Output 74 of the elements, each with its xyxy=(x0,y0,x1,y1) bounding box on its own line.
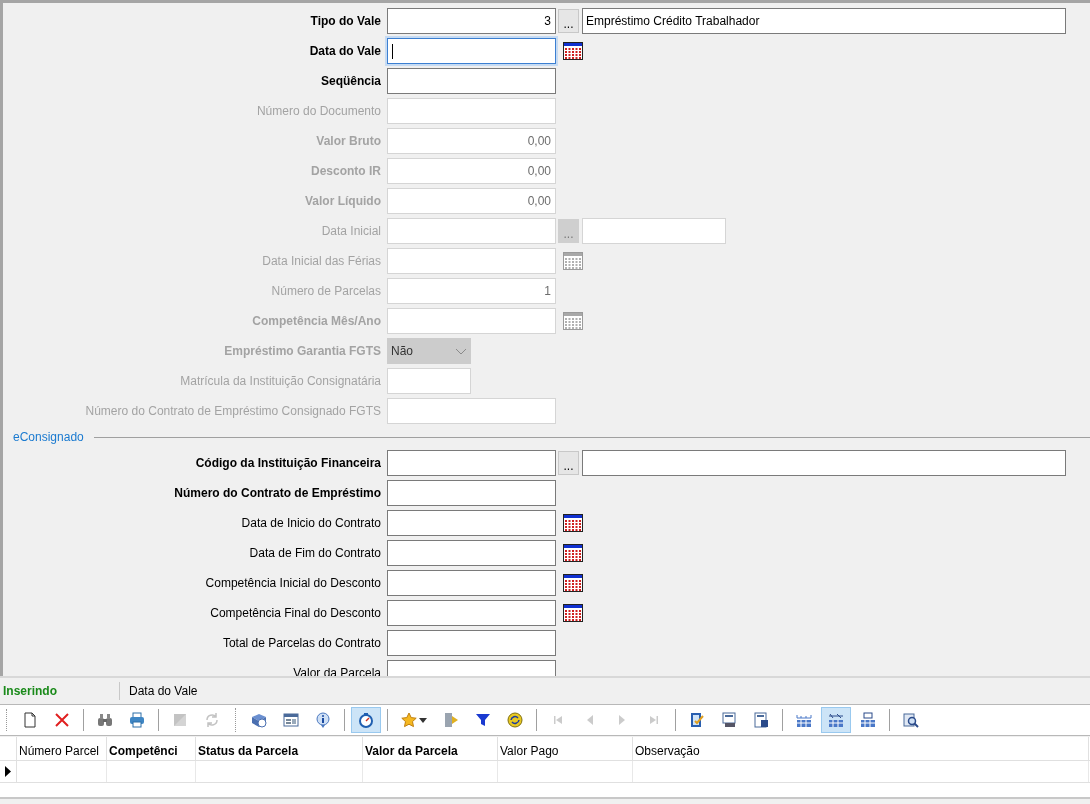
caret-icon xyxy=(419,717,427,723)
field-label: Data Inicial das Férias xyxy=(261,253,382,270)
field-label: Número do Contrato de Empréstimo xyxy=(173,485,382,502)
field-label: Data de Inicio do Contrato xyxy=(240,515,382,532)
field-label: Matrícula da Instituição Consignatária xyxy=(179,373,382,390)
document-icon xyxy=(22,712,38,728)
input-field[interactable] xyxy=(387,540,556,566)
field-label: Data do Vale xyxy=(308,43,382,60)
column-header[interactable]: Competênci xyxy=(107,737,196,760)
input-field[interactable] xyxy=(387,570,556,596)
form-icon xyxy=(283,712,299,728)
calendar-icon[interactable] xyxy=(563,574,583,592)
field-label: Desconto IR xyxy=(310,163,382,180)
binoculars-icon xyxy=(97,712,113,728)
calendar-icon[interactable] xyxy=(563,42,583,60)
report-icon xyxy=(753,712,769,728)
field-label: Código da Instituição Financeira xyxy=(194,455,382,472)
grid-icon xyxy=(828,712,844,728)
lookup-button[interactable]: ... xyxy=(558,451,579,475)
input-field[interactable] xyxy=(387,600,556,626)
grid-icon xyxy=(796,712,812,728)
input-field[interactable] xyxy=(387,480,556,506)
field-label: Data Inicial xyxy=(320,223,382,240)
description-field[interactable]: Empréstimo Crédito Trabalhador xyxy=(582,8,1066,34)
sync-icon xyxy=(507,712,523,728)
input-field[interactable]: 3 xyxy=(387,8,556,34)
field-label: Tipo do Vale xyxy=(309,13,382,30)
column-header[interactable]: Status da Parcela xyxy=(196,737,363,760)
grid-icon xyxy=(860,712,876,728)
filter-icon xyxy=(475,712,491,728)
square-icon xyxy=(172,712,188,728)
input-field[interactable] xyxy=(387,510,556,536)
exit-door-icon xyxy=(443,712,459,728)
description-field[interactable] xyxy=(582,450,1066,476)
field-label: Número do Documento xyxy=(255,103,382,120)
input-field[interactable] xyxy=(387,450,556,476)
section-title: eConsignado xyxy=(12,429,84,446)
status-field: Data do Vale xyxy=(120,682,198,700)
stopwatch-icon xyxy=(358,712,374,728)
text-cursor xyxy=(392,43,393,59)
chevron-down-icon xyxy=(455,347,467,355)
calendar-icon[interactable] xyxy=(563,604,583,622)
field-label: Valor Bruto xyxy=(315,133,382,150)
field-label: Número do Contrato de Empréstimo Consignado FGTS xyxy=(84,403,382,420)
toolbar-button[interactable] xyxy=(351,707,381,733)
info-icon xyxy=(315,712,331,728)
column-header[interactable]: Número Parcel xyxy=(17,737,107,760)
input-field[interactable] xyxy=(387,38,556,64)
status-mode: Inserindo xyxy=(0,682,120,700)
calendar-icon[interactable] xyxy=(563,514,583,532)
column-header[interactable]: Valor Pago xyxy=(498,737,633,760)
field-label: Valor Líquido xyxy=(304,193,382,210)
report-icon xyxy=(721,712,737,728)
close-icon xyxy=(54,712,70,728)
field-label: Número de Parcelas xyxy=(270,283,382,300)
edit-icon xyxy=(689,712,705,728)
input-field[interactable] xyxy=(387,68,556,94)
field-label: Empréstimo Garantia FGTS xyxy=(223,343,382,360)
input-field[interactable] xyxy=(387,630,556,656)
current-row-icon xyxy=(5,766,11,777)
field-label: Seqüência xyxy=(319,73,382,90)
printer-icon xyxy=(129,712,145,728)
star-icon xyxy=(401,712,417,728)
field-label: Competência Final do Desconto xyxy=(209,605,382,622)
zoom-icon xyxy=(903,712,919,728)
column-header[interactable]: Valor da Parcela xyxy=(363,737,498,760)
field-label: Total de Parcelas do Contrato xyxy=(221,635,382,652)
refresh-icon xyxy=(204,712,220,728)
field-label: Data de Fim do Contrato xyxy=(248,545,382,562)
lookup-button[interactable]: ... xyxy=(558,9,579,33)
field-label: Competência Inicial do Desconto xyxy=(204,575,382,592)
calendar-icon[interactable] xyxy=(563,544,583,562)
field-label: Competência Mês/Ano xyxy=(251,313,382,330)
column-header[interactable]: Observação xyxy=(633,737,1089,760)
